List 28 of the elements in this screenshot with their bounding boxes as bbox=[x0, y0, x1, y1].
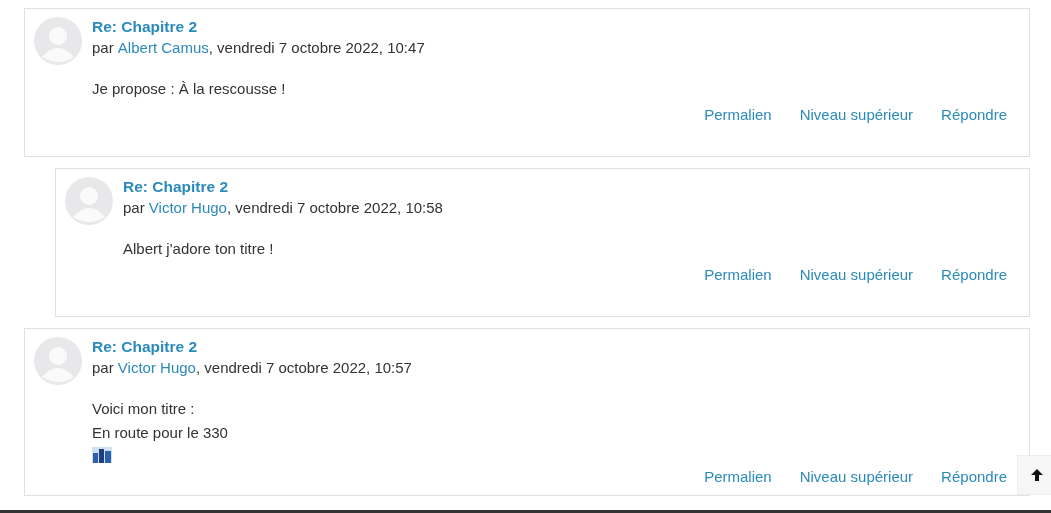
post-action-link[interactable]: Répondre bbox=[941, 105, 1007, 125]
author-link[interactable]: Victor Hugo bbox=[117, 359, 196, 376]
post-action-link[interactable]: Niveau supérieur bbox=[799, 265, 914, 285]
post-title[interactable]: Re: Chapitre 2 bbox=[92, 17, 1007, 37]
post-action-link[interactable]: Niveau supérieur bbox=[799, 467, 914, 487]
post-action-link[interactable]: Permalien bbox=[704, 105, 772, 125]
post-date: , vendredi 7 octobre 2022, 10:58 bbox=[226, 199, 443, 216]
post-text: Voici mon titre : bbox=[92, 399, 196, 419]
arrow-up-icon bbox=[1030, 468, 1044, 482]
post-title[interactable]: Re: Chapitre 2 bbox=[123, 177, 1007, 197]
byline-prefix: par bbox=[92, 39, 114, 56]
buildings-icon bbox=[92, 447, 112, 463]
post-text: Je propose : À la rescousse ! bbox=[92, 79, 287, 99]
post-title[interactable]: Re: Chapitre 2 bbox=[92, 337, 1007, 357]
post-date: , vendredi 7 octobre 2022, 10:47 bbox=[208, 39, 425, 56]
post-action-link[interactable]: Niveau supérieur bbox=[799, 105, 914, 125]
post-text: Albert j'adore ton titre ! bbox=[123, 239, 275, 259]
back-to-top-button[interactable] bbox=[1017, 455, 1051, 495]
byline-prefix: par bbox=[123, 199, 145, 216]
author-link[interactable]: Victor Hugo bbox=[148, 199, 227, 216]
author-link[interactable]: Albert Camus bbox=[117, 39, 209, 56]
byline-prefix: par bbox=[92, 359, 114, 376]
post-action-link[interactable]: Répondre bbox=[941, 265, 1007, 285]
post-action-link[interactable]: Permalien bbox=[704, 265, 772, 285]
post-date: , vendredi 7 octobre 2022, 10:57 bbox=[195, 359, 412, 376]
post-action-link[interactable]: Répondre bbox=[941, 467, 1007, 487]
post-text: En route pour le 330 bbox=[92, 423, 229, 443]
post-action-link[interactable]: Permalien bbox=[704, 467, 772, 487]
